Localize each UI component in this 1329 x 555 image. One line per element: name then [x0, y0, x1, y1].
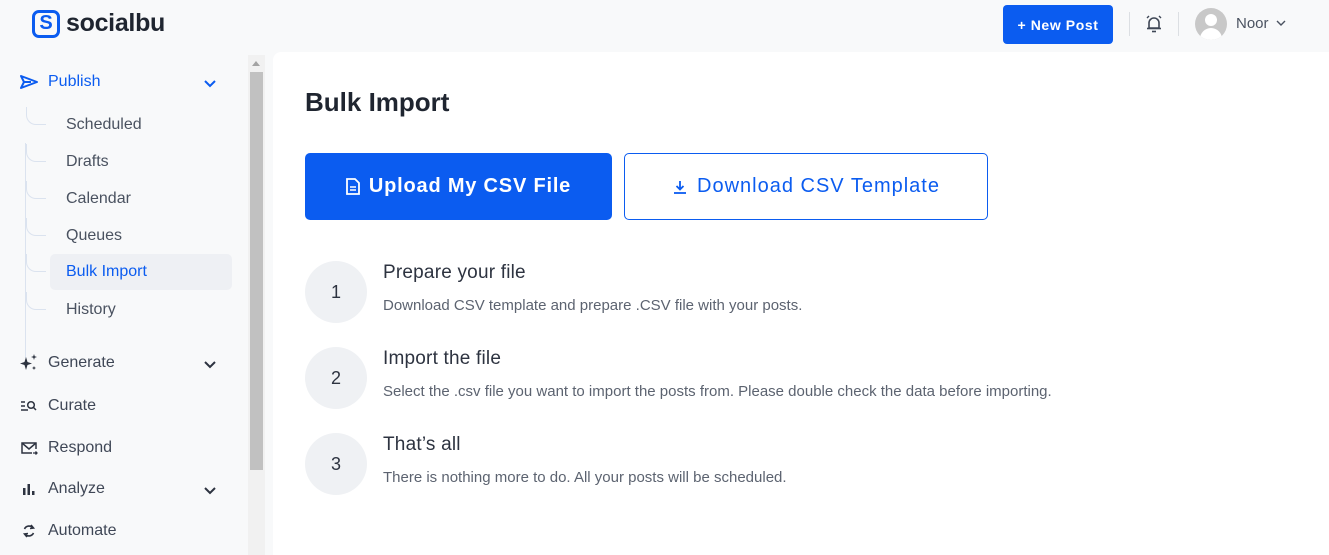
page-title: Bulk Import — [305, 87, 450, 117]
sidebar-item-automate[interactable]: Automate — [18, 521, 116, 541]
tree-line — [25, 143, 26, 358]
sidebar-item-label: Respond — [48, 439, 113, 456]
sidebar-item-label: Automate — [48, 522, 117, 539]
step-item: 2 Import the file Select the .csv file y… — [305, 347, 1205, 411]
sidebar-item-curate[interactable]: Curate — [18, 396, 96, 416]
step-title: Import the file — [383, 348, 502, 369]
sidebar-item-label: Publish — [48, 73, 101, 90]
scroll-up-arrow-icon[interactable] — [252, 61, 260, 66]
main-content: Bulk Import Upload My CSV File Download … — [273, 52, 1329, 555]
step-number: 2 — [305, 347, 367, 409]
sidebar-item-calendar[interactable]: Calendar — [26, 181, 232, 217]
step-description: Select the .csv file you want to import … — [383, 383, 1052, 400]
sidebar-item-scheduled[interactable]: Scheduled — [26, 107, 232, 143]
socialbu-logo-icon: S — [32, 9, 60, 38]
sidebar-item-queues[interactable]: Queues — [26, 218, 232, 254]
top-bar: S socialbu + New Post Noor — [0, 0, 1329, 50]
sidebar-item-label: Analyze — [48, 480, 105, 497]
download-csv-template-button[interactable]: Download CSV Template — [624, 153, 988, 220]
step-item: 1 Prepare your file Download CSV templat… — [305, 261, 1205, 325]
user-avatar[interactable] — [1195, 8, 1227, 40]
sidebar-item-label: Calendar — [66, 190, 131, 207]
step-description: There is nothing more to do. All your po… — [383, 469, 787, 486]
mail-icon — [18, 438, 40, 458]
download-csv-template-label: Download CSV Template — [697, 175, 940, 197]
search-list-icon — [18, 396, 40, 416]
sidebar-item-label: Generate — [48, 354, 115, 371]
sidebar-item-publish[interactable]: Publish — [18, 72, 100, 92]
download-icon — [674, 180, 686, 194]
step-title: Prepare your file — [383, 262, 526, 283]
send-icon — [18, 72, 40, 92]
step-title: That’s all — [383, 434, 461, 455]
brand-name: socialbu — [66, 9, 166, 37]
bar-chart-icon — [18, 479, 40, 499]
logo[interactable]: S socialbu — [32, 9, 165, 38]
new-post-button[interactable]: + New Post — [1003, 5, 1113, 44]
sidebar-item-label: Curate — [48, 397, 97, 414]
sparkles-icon — [18, 353, 40, 373]
sidebar-item-label: Drafts — [66, 153, 109, 170]
sidebar-item-label: Queues — [66, 227, 123, 244]
divider — [1129, 12, 1130, 36]
upload-csv-button[interactable]: Upload My CSV File — [305, 153, 612, 220]
sidebar-item-drafts[interactable]: Drafts — [26, 144, 232, 180]
sidebar: Publish Scheduled Drafts Calendar Queues… — [0, 55, 248, 555]
sidebar-scrollbar[interactable] — [248, 55, 265, 555]
sidebar-item-label: History — [66, 301, 116, 318]
step-number: 3 — [305, 433, 367, 495]
sidebar-item-label: Scheduled — [66, 116, 142, 133]
chevron-down-icon[interactable] — [203, 358, 217, 372]
chevron-down-icon[interactable] — [203, 484, 217, 498]
divider — [1178, 12, 1179, 36]
user-menu-name[interactable]: Noor — [1236, 15, 1269, 32]
chevron-down-icon[interactable] — [1276, 19, 1286, 27]
file-icon — [345, 178, 360, 195]
step-description: Download CSV template and prepare .CSV f… — [383, 297, 803, 314]
sidebar-item-generate[interactable]: Generate — [18, 353, 115, 373]
upload-csv-label: Upload My CSV File — [368, 175, 572, 197]
chevron-down-icon[interactable] — [203, 77, 217, 91]
sidebar-item-history[interactable]: History — [26, 292, 232, 328]
notification-bell-icon[interactable] — [1145, 14, 1163, 34]
refresh-icon — [18, 521, 40, 541]
step-item: 3 That’s all There is nothing more to do… — [305, 433, 1205, 497]
sidebar-item-respond[interactable]: Respond — [18, 438, 112, 458]
sidebar-item-bulk-import[interactable]: Bulk Import — [26, 254, 232, 290]
scrollbar-thumb[interactable] — [250, 72, 263, 470]
sidebar-item-label: Bulk Import — [66, 263, 147, 280]
step-number: 1 — [305, 261, 367, 323]
sidebar-item-analyze[interactable]: Analyze — [18, 479, 105, 499]
